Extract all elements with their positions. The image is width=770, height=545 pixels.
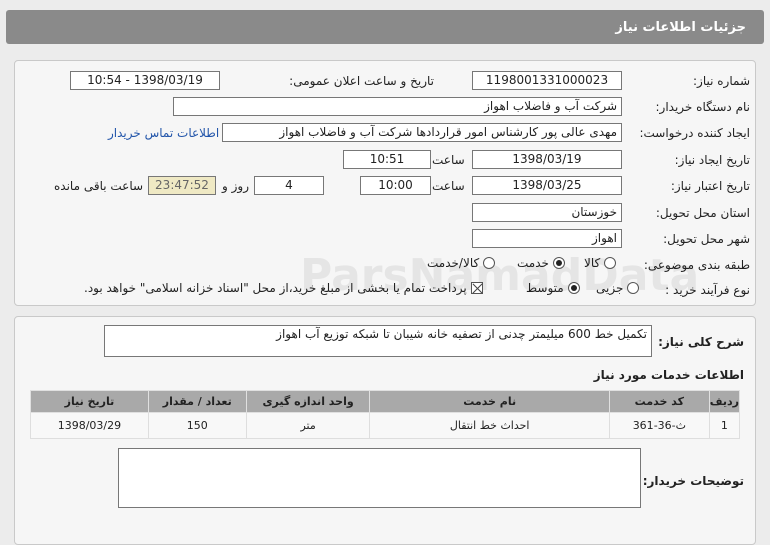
process-label: نوع فرآیند خرید : xyxy=(665,283,750,297)
announce-field: 1398/03/19 - 10:54 xyxy=(70,71,220,90)
city-field: اهواز xyxy=(472,229,622,248)
col-date: تاریخ نیاز xyxy=(30,390,149,413)
services-header-row: ردیف کد خدمت نام خدمت واحد اندازه گیری ت… xyxy=(30,390,741,413)
treasury-checkbox[interactable] xyxy=(470,282,483,294)
remaining-time-field: 23:47:52 xyxy=(148,176,216,195)
category-goods-label: کالا xyxy=(584,256,601,270)
col-name: نام خدمت xyxy=(369,390,610,413)
page-title: جزئیات اطلاعات نیاز xyxy=(6,10,764,44)
cell-qty: 150 xyxy=(147,412,247,439)
category-option-goods-service[interactable]: کالا/خدمت xyxy=(427,256,496,270)
summary-label: شرح کلی نیاز: xyxy=(658,335,744,349)
validity-time-label: ساعت xyxy=(432,179,465,193)
summary-text: تکمیل خط 600 میلیمتر چدنی از تصفیه خانه … xyxy=(276,327,647,341)
radio-goods[interactable] xyxy=(604,257,617,269)
col-row: ردیف xyxy=(708,390,741,413)
need-number-label: شماره نیاز: xyxy=(693,74,750,88)
remaining-days-label: روز و xyxy=(222,179,249,193)
cell-unit: متر xyxy=(245,412,371,439)
buyer-field: شرکت آب و فاضلاب اهواز xyxy=(173,97,622,116)
radio-minor[interactable] xyxy=(627,282,640,294)
page-title-text: جزئیات اطلاعات نیاز xyxy=(615,19,746,35)
remaining-days-field: 4 xyxy=(254,176,324,195)
created-date-field: 1398/03/19 xyxy=(472,150,622,169)
created-time-field: 10:51 xyxy=(343,150,431,169)
process-option-minor[interactable]: جزیی xyxy=(596,281,640,295)
process-minor-label: جزیی xyxy=(596,281,624,295)
process-medium-label: متوسط xyxy=(526,281,564,295)
treasury-note: پرداخت تمام یا بخشی از مبلغ خرید،از محل … xyxy=(84,281,467,295)
treasury-payment-option[interactable]: پرداخت تمام یا بخشی از مبلغ خرید،از محل … xyxy=(84,281,483,295)
col-code: کد خدمت xyxy=(608,390,710,413)
cell-code: ث-36-361 xyxy=(608,412,710,439)
cell-name: احداث خط انتقال xyxy=(369,412,610,439)
category-service-label: خدمت xyxy=(517,256,549,270)
category-option-goods[interactable]: کالا xyxy=(584,256,617,270)
process-option-medium[interactable]: متوسط xyxy=(526,281,580,295)
radio-medium[interactable] xyxy=(567,282,580,294)
services-title: اطلاعات خدمات مورد نیاز xyxy=(593,368,744,382)
category-option-service[interactable]: خدمت xyxy=(517,256,565,270)
created-label: تاریخ ایجاد نیاز: xyxy=(674,153,750,167)
radio-goods-service[interactable] xyxy=(483,257,496,269)
validity-date-field: 1398/03/25 xyxy=(472,176,622,195)
buyer-notes-field xyxy=(118,448,641,508)
col-qty: تعداد / مقدار xyxy=(147,390,247,413)
requester-field: مهدی عالی پور کارشناس امور قراردادها شرک… xyxy=(222,123,622,142)
summary-field: تکمیل خط 600 میلیمتر چدنی از تصفیه خانه … xyxy=(104,325,652,357)
buyer-notes-label: توضیحات خریدار: xyxy=(642,474,744,488)
city-label: شهر محل تحویل: xyxy=(663,232,750,246)
need-number-field: 1198001331000023 xyxy=(472,71,622,90)
remaining-time-label: ساعت باقی مانده xyxy=(54,179,144,193)
buyer-contact-link[interactable]: اطلاعات تماس خریدار xyxy=(108,126,219,140)
services-table: ردیف کد خدمت نام خدمت واحد اندازه گیری ت… xyxy=(30,390,741,439)
category-label: طبقه بندی موضوعی: xyxy=(643,258,750,272)
validity-time-field: 10:00 xyxy=(360,176,431,195)
buyer-label: نام دستگاه خریدار: xyxy=(655,100,751,114)
province-label: استان محل تحویل: xyxy=(655,206,750,220)
province-field: خوزستان xyxy=(472,203,622,222)
announce-label: تاریخ و ساعت اعلان عمومی: xyxy=(289,74,434,88)
created-time-label: ساعت xyxy=(432,153,465,167)
radio-service[interactable] xyxy=(552,257,565,269)
cell-row: 1 xyxy=(708,412,741,439)
cell-date: 1398/03/29 xyxy=(30,412,149,439)
validity-label: تاریخ اعتبار نیاز: xyxy=(670,179,750,193)
col-unit: واحد اندازه گیری xyxy=(245,390,371,413)
table-row: 1 ث-36-361 احداث خط انتقال متر 150 1398/… xyxy=(30,412,741,439)
category-goods-service-label: کالا/خدمت xyxy=(427,256,480,270)
requester-label: ایجاد کننده درخواست: xyxy=(639,126,750,140)
